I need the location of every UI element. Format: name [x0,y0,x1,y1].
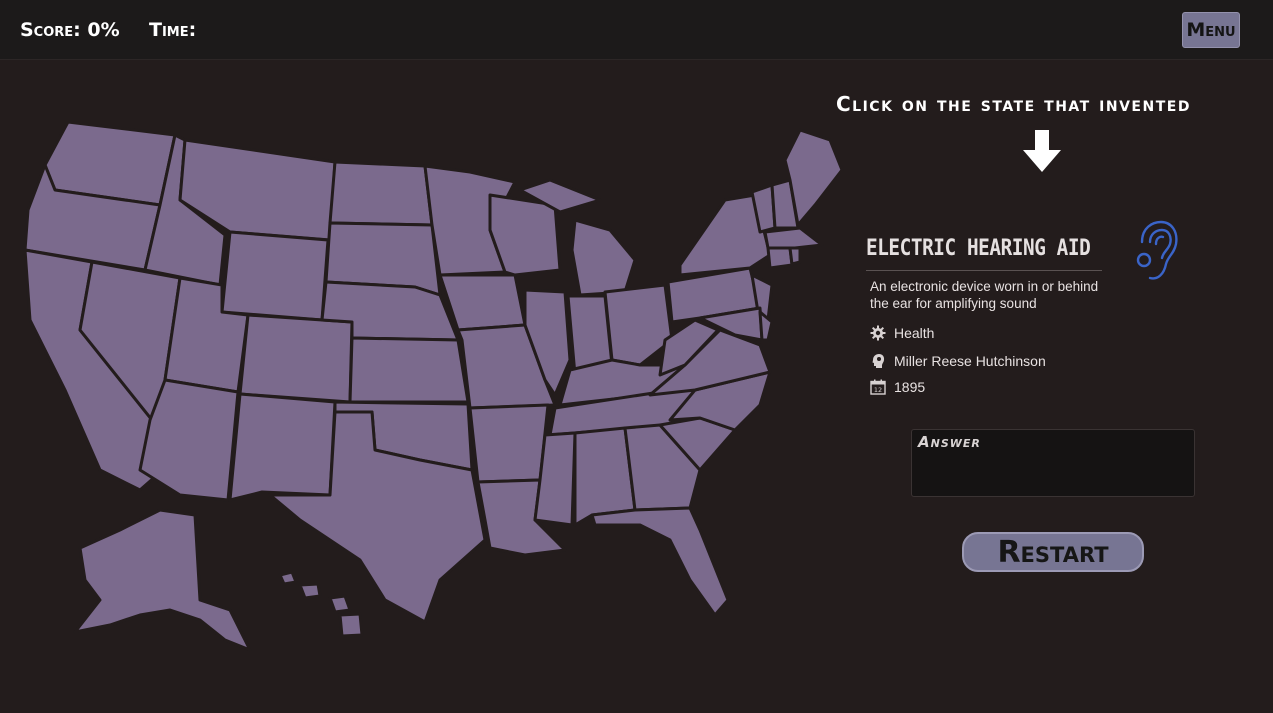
inventor-label: Miller Reese Hutchinson [894,353,1046,369]
svg-text:12: 12 [874,386,882,394]
us-map [0,100,860,670]
state-north-dakota[interactable] [328,160,434,227]
state-new-mexico[interactable] [228,392,337,502]
state-delaware[interactable] [758,310,774,342]
invention-description: An electronic device worn in or behind t… [870,279,1099,311]
title-divider [866,270,1102,271]
state-florida[interactable] [590,506,730,617]
state-arkansas[interactable] [468,403,550,484]
calendar-icon: 12 [870,379,886,395]
state-iowa[interactable] [438,273,527,332]
game-prompt: Click on the state that invented [836,92,1191,116]
down-arrow-icon [1023,130,1061,172]
year-label: 1895 [894,379,926,395]
invention-title: ELECTRIC HEARING AID [866,236,1091,261]
head-icon [872,354,885,368]
time-display: Time: [149,19,197,41]
state-colorado[interactable] [238,313,354,404]
state-hawaii[interactable] [278,570,364,638]
state-kansas[interactable] [348,336,470,404]
state-connecticut[interactable] [766,246,794,270]
state-alaska[interactable] [73,508,252,652]
menu-button[interactable]: Menu [1182,12,1240,48]
answer-label: Answer [918,433,981,451]
restart-button[interactable]: Restart [962,532,1144,572]
inventor-row: Miller Reese Hutchinson [870,352,1046,370]
state-wyoming[interactable] [220,230,330,322]
year-row: 12 1895 [870,378,925,396]
category-row: Health [870,324,934,342]
state-michigan[interactable] [570,218,637,297]
top-bar: Score: 0% Time: Menu [0,0,1273,60]
gear-icon [870,325,886,341]
answer-box: Answer [911,429,1195,497]
ear-icon [1136,220,1178,280]
category-label: Health [894,325,935,341]
state-rhode-island[interactable] [788,246,802,266]
state-massachusetts[interactable] [763,226,824,250]
score-display: Score: 0% [20,19,120,41]
